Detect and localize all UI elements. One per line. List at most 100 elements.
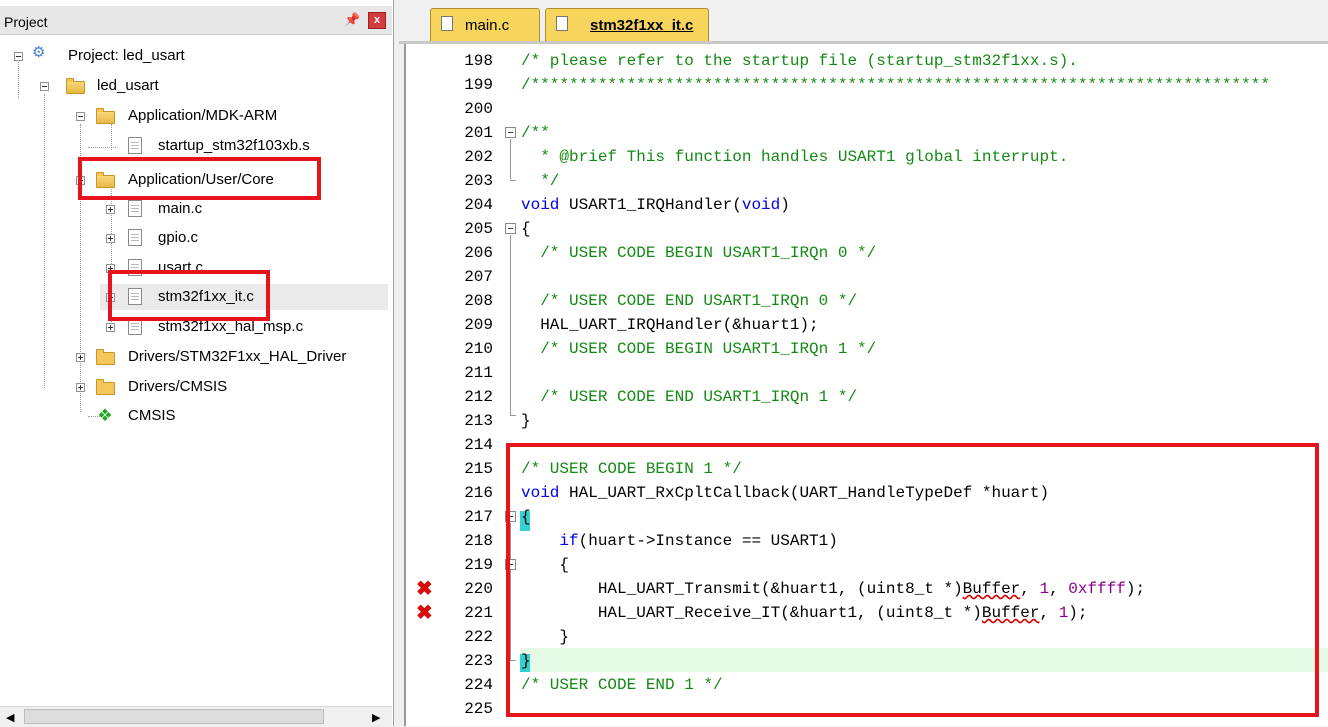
tree-item-label: gpio.c bbox=[158, 229, 199, 246]
line-number: 218 bbox=[464, 532, 493, 550]
line-number: 220 bbox=[464, 580, 493, 598]
code-line-213: } bbox=[521, 412, 531, 430]
tree-group-hal-driver[interactable]: Drivers/STM32F1xx_HAL_Driver bbox=[0, 344, 392, 370]
tree-group-mdk-arm[interactable]: Application/MDK-ARM bbox=[0, 103, 392, 129]
tree-item-label: Drivers/STM32F1xx_HAL_Driver bbox=[128, 348, 347, 365]
keyword: void bbox=[741, 196, 781, 214]
project-pane-header: Project 📌 x bbox=[0, 6, 392, 35]
tree-item-label: Drivers/CMSIS bbox=[128, 378, 228, 395]
folder-icon bbox=[96, 349, 115, 365]
fold-collapse-icon[interactable] bbox=[505, 127, 516, 138]
expand-icon[interactable] bbox=[106, 205, 115, 214]
project-pane: Project 📌 x ⚙ Project: led_usart led_usa… bbox=[0, 0, 394, 727]
tree-file-startup[interactable]: startup_stm32f103xb.s bbox=[0, 133, 392, 159]
horizontal-scrollbar[interactable]: ◀ ▶ bbox=[0, 706, 392, 727]
error-marker-icon[interactable]: ✖ bbox=[416, 577, 433, 601]
line-number: 206 bbox=[464, 244, 493, 262]
code-line-212: /* USER CODE END USART1_IRQn 1 */ bbox=[521, 388, 858, 406]
code-editor: main.c stm32f1xx_it.c 198 199 200 201 20… bbox=[399, 0, 1328, 726]
line-number: 200 bbox=[464, 100, 493, 118]
tree-item-label: led_usart bbox=[97, 77, 159, 94]
code-line-204: void USART1_IRQHandler(void) bbox=[521, 193, 790, 217]
project-icon: ⚙ bbox=[32, 44, 46, 61]
line-number: 216 bbox=[464, 484, 493, 502]
annotation-box bbox=[108, 270, 270, 321]
tree-group-drivers-cmsis[interactable]: Drivers/CMSIS bbox=[0, 374, 392, 400]
code-line-202: * @brief This function handles USART1 gl… bbox=[521, 148, 1069, 166]
collapse-icon[interactable] bbox=[76, 112, 85, 121]
line-number: 208 bbox=[464, 292, 493, 310]
tree-item-label: CMSIS bbox=[128, 407, 176, 424]
code-line-210: /* USER CODE BEGIN USART1_IRQn 1 */ bbox=[521, 340, 877, 358]
line-number: 205 bbox=[464, 220, 493, 238]
folder-open-icon bbox=[96, 108, 115, 124]
line-number: 223 bbox=[464, 652, 493, 670]
tree-item-label: Application/MDK-ARM bbox=[128, 107, 278, 124]
fold-guide bbox=[510, 415, 516, 416]
expand-icon[interactable] bbox=[106, 323, 115, 332]
line-number: 207 bbox=[464, 268, 493, 286]
scroll-left-icon[interactable]: ◀ bbox=[6, 711, 14, 724]
cmsis-diamond-icon: ❖ bbox=[97, 406, 113, 425]
tab-main-c[interactable]: main.c bbox=[430, 8, 540, 42]
line-number: 210 bbox=[464, 340, 493, 358]
code-text: ) bbox=[780, 196, 790, 214]
fold-guide bbox=[510, 139, 511, 179]
line-number: 203 bbox=[464, 172, 493, 190]
keyword: void bbox=[521, 196, 560, 214]
line-number: 217 bbox=[464, 508, 493, 526]
collapse-icon[interactable] bbox=[14, 52, 23, 61]
line-number: 204 bbox=[464, 196, 493, 214]
collapse-icon[interactable] bbox=[40, 82, 49, 91]
error-marker-icon[interactable]: ✖ bbox=[416, 601, 433, 625]
code-line-205: { bbox=[521, 220, 531, 238]
file-icon bbox=[128, 137, 142, 154]
scroll-right-icon[interactable]: ▶ bbox=[372, 711, 380, 724]
target-folder-icon bbox=[66, 78, 85, 94]
line-number: 213 bbox=[464, 412, 493, 430]
pin-icon[interactable]: 📌 bbox=[344, 13, 360, 27]
code-text: USART1_IRQHandler( bbox=[559, 196, 742, 214]
file-icon bbox=[441, 16, 453, 31]
annotation-box bbox=[78, 157, 321, 200]
code-line-206: /* USER CODE BEGIN USART1_IRQn 0 */ bbox=[521, 244, 877, 262]
close-pane-button[interactable]: x bbox=[368, 12, 386, 29]
file-icon bbox=[128, 200, 142, 217]
scrollbar-thumb[interactable] bbox=[24, 709, 324, 724]
line-number: 212 bbox=[464, 388, 493, 406]
line-number: 214 bbox=[464, 436, 493, 454]
expand-icon[interactable] bbox=[106, 234, 115, 243]
code-line-201: /** bbox=[521, 124, 550, 142]
line-number: 198 bbox=[464, 52, 493, 70]
code-line-199: /***************************************… bbox=[521, 76, 1270, 94]
code-line-198: /* please refer to the startup file (sta… bbox=[521, 52, 1078, 70]
fold-guide bbox=[510, 180, 516, 181]
line-number: 225 bbox=[464, 700, 493, 718]
file-icon bbox=[556, 16, 568, 31]
expand-icon[interactable] bbox=[76, 383, 85, 392]
code-line-203: */ bbox=[521, 172, 560, 190]
tab-label: stm32f1xx_it.c bbox=[590, 17, 694, 34]
fold-guide bbox=[510, 235, 511, 415]
line-number: 221 bbox=[464, 604, 493, 622]
code-line-209: HAL_UART_IRQHandler(&huart1); bbox=[521, 316, 819, 334]
tree-item-cmsis[interactable]: ❖ CMSIS bbox=[0, 403, 392, 429]
tab-label: main.c bbox=[465, 17, 510, 34]
line-number: 199 bbox=[464, 76, 493, 94]
line-number: 219 bbox=[464, 556, 493, 574]
tab-stm32f1xx-it-c[interactable]: stm32f1xx_it.c bbox=[545, 8, 709, 42]
tree-item-project[interactable]: ⚙ Project: led_usart bbox=[0, 43, 392, 69]
tree-item-target[interactable]: led_usart bbox=[0, 73, 392, 99]
project-tree: ⚙ Project: led_usart led_usart Applicati… bbox=[0, 36, 392, 706]
line-number: 224 bbox=[464, 676, 493, 694]
line-number: 202 bbox=[464, 148, 493, 166]
tree-file-gpio[interactable]: gpio.c bbox=[0, 225, 392, 251]
folder-icon bbox=[96, 379, 115, 395]
expand-icon[interactable] bbox=[76, 353, 85, 362]
file-icon bbox=[128, 229, 142, 246]
tree-item-label: startup_stm32f103xb.s bbox=[158, 137, 310, 154]
line-number: 215 bbox=[464, 460, 493, 478]
line-number: 201 bbox=[464, 124, 493, 142]
fold-collapse-icon[interactable] bbox=[505, 223, 516, 234]
code-line-208: /* USER CODE END USART1_IRQn 0 */ bbox=[521, 292, 858, 310]
